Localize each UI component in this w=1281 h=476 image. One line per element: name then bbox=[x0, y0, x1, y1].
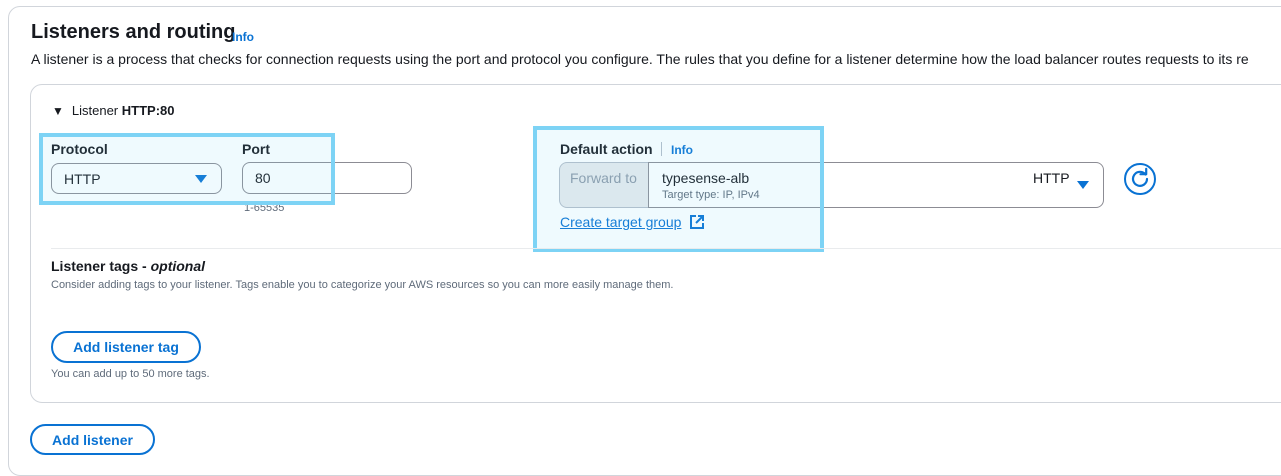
target-group-name: typesense-alb bbox=[662, 170, 750, 186]
target-group-details: Target type: IP, IPv4 bbox=[662, 189, 760, 201]
protocol-select[interactable]: HTTP bbox=[51, 163, 222, 194]
listener-name: HTTP:80 bbox=[121, 103, 175, 118]
listener-tags-title-text: Listener tags - bbox=[51, 258, 147, 274]
listener-container bbox=[30, 84, 1281, 403]
listener-expand-toggle[interactable]: ▼ Listener HTTP:80 bbox=[52, 103, 175, 118]
section-divider bbox=[51, 248, 1281, 249]
caret-down-icon: ▼ bbox=[52, 104, 64, 118]
add-listener-button[interactable]: Add listener bbox=[30, 424, 155, 455]
label-divider bbox=[661, 142, 662, 156]
listener-prefix: Listener bbox=[71, 103, 119, 118]
dropdown-arrow-icon bbox=[1077, 181, 1089, 189]
tags-limit-note: You can add up to 50 more tags. bbox=[51, 368, 210, 380]
refresh-button[interactable] bbox=[1124, 163, 1156, 195]
forward-to-label: Forward to bbox=[559, 162, 649, 208]
refresh-icon bbox=[1131, 167, 1149, 187]
default-action-label: Default action bbox=[560, 141, 653, 157]
port-label: Port bbox=[242, 141, 270, 157]
dropdown-arrow-icon bbox=[195, 175, 207, 183]
listener-tags-title: Listener tags - optional bbox=[51, 258, 205, 274]
listener-tags-description: Consider adding tags to your listener. T… bbox=[51, 279, 674, 291]
section-info-link[interactable]: Info bbox=[232, 30, 254, 44]
section-title: Listeners and routing bbox=[31, 21, 236, 43]
listener-tags-optional: optional bbox=[150, 258, 206, 274]
port-hint: 1-65535 bbox=[244, 202, 285, 212]
protocol-value: HTTP bbox=[64, 171, 101, 187]
target-group-protocol: HTTP bbox=[1033, 170, 1070, 186]
default-action-info-link[interactable]: Info bbox=[671, 143, 693, 157]
protocol-label: Protocol bbox=[51, 141, 108, 157]
port-input[interactable] bbox=[242, 162, 412, 194]
add-listener-tag-button[interactable]: Add listener tag bbox=[51, 331, 201, 363]
section-description: A listener is a process that checks for … bbox=[31, 51, 1249, 67]
create-target-group-link[interactable]: Create target group bbox=[560, 214, 681, 230]
external-link-icon[interactable] bbox=[689, 214, 705, 230]
target-group-select[interactable]: typesense-alb Target type: IP, IPv4 HTTP bbox=[648, 162, 1104, 208]
